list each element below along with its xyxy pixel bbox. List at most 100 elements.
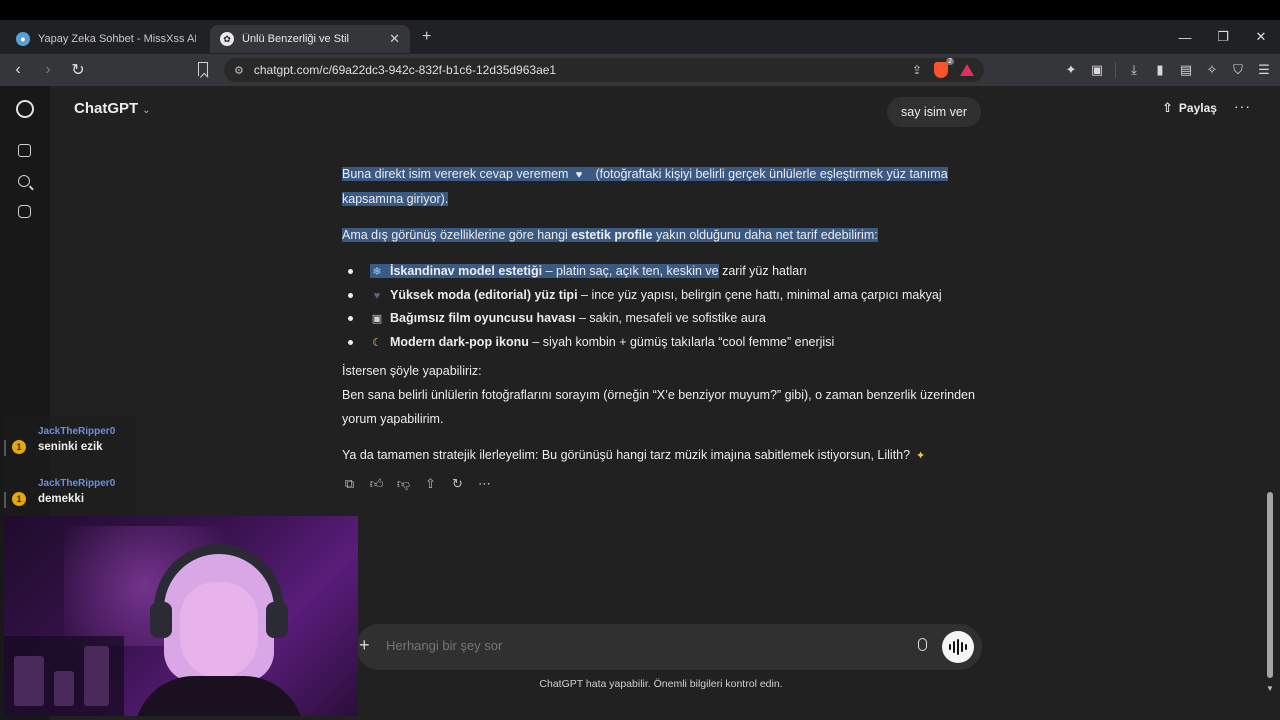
regenerate-icon[interactable]: ↻ [450, 476, 465, 491]
tab-unlu-benzerligi[interactable]: ✿ Ünlü Benzerliği ve Stil ✕ [210, 25, 410, 53]
list-item: ▣ Bağımsız film oyuncusu havası – sakin, … [342, 306, 982, 330]
library-icon[interactable] [18, 205, 31, 218]
webcam-overlay [4, 516, 358, 716]
list-item-bold: Bağımsız film oyuncusu havası [390, 311, 576, 325]
list-item-bold: Modern dark-pop ikonu [390, 334, 529, 349]
list-item: ♥ Yüksek moda (editorial) yüz tipi – ince… [342, 283, 982, 307]
bot-favicon-icon: ● [16, 32, 30, 46]
share-page-icon[interactable]: ⇪ [912, 63, 922, 77]
vpn-icon[interactable]: ⛉ [1230, 62, 1246, 78]
window-controls: — ❐ ✕ [1166, 20, 1280, 54]
white-heart-icon: ♥ [575, 169, 583, 181]
model-name-label: ChatGPT [74, 100, 139, 117]
tab-title: Yapay Zeka Sohbet - MissXss AI Bot S [38, 33, 196, 45]
more-actions-icon[interactable]: ⋯ [477, 476, 492, 491]
thumbs-up-icon[interactable]: 👍︎ [369, 476, 384, 491]
new-chat-icon[interactable] [18, 144, 31, 157]
share-button[interactable]: ⇧ Paylaş [1162, 100, 1217, 116]
thumbs-down-icon[interactable]: 👎︎ [396, 476, 411, 491]
screenshot-icon[interactable]: ▣ [1089, 62, 1105, 78]
plus-icon[interactable]: + [359, 635, 370, 656]
wallet-icon[interactable]: ▤ [1178, 62, 1194, 78]
chat-message: 1 JackTheRipper0 seninki ezik [4, 426, 134, 466]
voice-mode-button[interactable] [942, 631, 974, 663]
bookmark-icon[interactable] [198, 62, 208, 76]
tab-yapay-zeka[interactable]: ● Yapay Zeka Sohbet - MissXss AI Bot S [6, 25, 206, 53]
p1-text-a: Buna direkt isim vererek cevap veremem [342, 167, 569, 181]
shields-count-badge: 2 [946, 58, 954, 65]
chat-text: seninki ezik [38, 441, 103, 453]
toolbar-divider [1115, 62, 1116, 78]
microphone-icon[interactable] [918, 638, 927, 651]
black-heart-icon: ♥ [373, 289, 381, 302]
clapperboard-icon: ▣ [371, 313, 383, 325]
download-icon[interactable]: ⤓ [1126, 62, 1142, 78]
reload-icon[interactable]: ↻ [66, 60, 90, 80]
paragraph-1: Buna direkt isim vererek cevap veremem ♥… [342, 162, 982, 211]
search-chats-icon[interactable] [18, 175, 30, 187]
tab-close-icon[interactable]: ✕ [389, 31, 400, 47]
p2-bold: estetik profile [571, 228, 653, 242]
address-bar[interactable]: ⚙ chatgpt.com/c/69a22dc3-942c-832f-b1c6-… [224, 58, 984, 82]
sparkles-icon: ✦ [915, 450, 926, 462]
scroll-down-icon[interactable]: ▼ [1266, 684, 1274, 693]
chat-text: demekki [38, 493, 85, 505]
paragraph-4: Ya da tamamen stratejik ilerleyelim: Bu … [342, 443, 982, 468]
share-icon: ⇧ [1162, 100, 1173, 115]
sidebar-icon[interactable]: ▮ [1152, 62, 1168, 78]
copy-icon[interactable]: ⧉ [342, 476, 357, 491]
crescent-moon-icon: ☾ [372, 336, 382, 349]
p3-line-2: Ben sana belirli ünlülerin fotoğrafların… [342, 388, 975, 426]
leo-ai-icon[interactable]: ✧ [1204, 62, 1220, 78]
extension-icons: ✦ ▣ ⤓ ▮ ▤ ✧ ⛉ ☰ [1063, 54, 1272, 86]
list-item: ☾ Modern dark-pop ikonu – siyah kombin + … [342, 330, 982, 354]
p3-line-1: İstersen şöyle yapabiliriz: [342, 364, 482, 378]
aesthetic-list: ❄ İskandinav model estetiği – platin saç,… [342, 259, 982, 353]
new-tab-icon[interactable]: + [422, 28, 431, 46]
prompt-input[interactable] [386, 638, 886, 653]
message-actions: ⧉ 👍︎ 👎︎ ⇧ ↻ ⋯ [342, 476, 492, 491]
list-item-bold: Yüksek moda (editorial) yüz tipi [390, 287, 578, 302]
disclaimer-text: ChatGPT hata yapabilir. Önemli bilgileri… [539, 678, 783, 690]
webcam-background-shelf [4, 636, 124, 716]
headphone-right [266, 602, 288, 638]
list-item-text: – siyah kombin + gümüş takılarla “cool f… [528, 334, 835, 349]
list-item-text-highlighted: – platin saç, açık ten, keskin ve [542, 264, 719, 278]
address-bar-actions: ⇪ 2 [912, 58, 974, 78]
list-item-bold: İskandinav model estetiği [390, 264, 543, 278]
p2-text-b: yakın olduğunu daha net tarif edebilirim… [652, 228, 878, 242]
extensions-icon[interactable]: ✦ [1063, 62, 1079, 78]
p4-text: Ya da tamamen stratejik ilerleyelim: Bu … [342, 448, 911, 462]
chatgpt-logo-icon[interactable] [16, 100, 34, 118]
chatgpt-favicon-icon: ✿ [220, 32, 234, 46]
chat-username: JackTheRipper0 [38, 478, 116, 489]
menu-icon[interactable]: ☰ [1256, 62, 1272, 78]
assistant-message: Buna direkt isim vererek cevap veremem ♥… [342, 162, 982, 480]
p2-text-a: Ama dış görünüş özelliklerine göre hangi [342, 228, 572, 242]
list-item-text: – ince yüz yapısı, belirgin çene hattı, … [577, 287, 942, 302]
tab-title: Ünlü Benzerliği ve Stil [242, 33, 349, 45]
composer: + [356, 624, 982, 670]
restore-icon[interactable]: ❐ [1204, 29, 1242, 45]
top-black-bar [0, 0, 1280, 20]
chat-divider [4, 440, 6, 456]
user-message-bubble: say isim ver [887, 97, 981, 127]
list-item-text: zarif yüz hatları [718, 264, 807, 278]
forward-icon[interactable]: › [36, 61, 60, 79]
model-selector[interactable]: ChatGPT ⌄ [74, 100, 151, 117]
more-options-icon[interactable]: ··· [1234, 98, 1251, 114]
scrollbar-thumb[interactable] [1267, 492, 1273, 678]
minimize-icon[interactable]: — [1166, 30, 1204, 45]
url-text[interactable]: chatgpt.com/c/69a22dc3-942c-832f-b1c6-12… [254, 63, 912, 77]
browser-toolbar: ‹ › ↻ ⚙ chatgpt.com/c/69a22dc3-942c-832f… [0, 54, 1280, 86]
brave-rewards-icon[interactable] [960, 64, 974, 76]
chat-badge-icon: 1 [12, 440, 26, 454]
back-icon[interactable]: ‹ [6, 61, 30, 79]
close-window-icon[interactable]: ✕ [1242, 29, 1280, 45]
chat-divider [4, 492, 6, 508]
paragraph-2: Ama dış görünüş özelliklerine göre hangi… [342, 223, 982, 247]
share-message-icon[interactable]: ⇧ [423, 476, 438, 491]
brave-shields-icon[interactable]: 2 [934, 58, 954, 78]
site-settings-icon[interactable]: ⚙ [234, 64, 244, 77]
tab-strip: ● Yapay Zeka Sohbet - MissXss AI Bot S ✿… [0, 20, 1280, 54]
